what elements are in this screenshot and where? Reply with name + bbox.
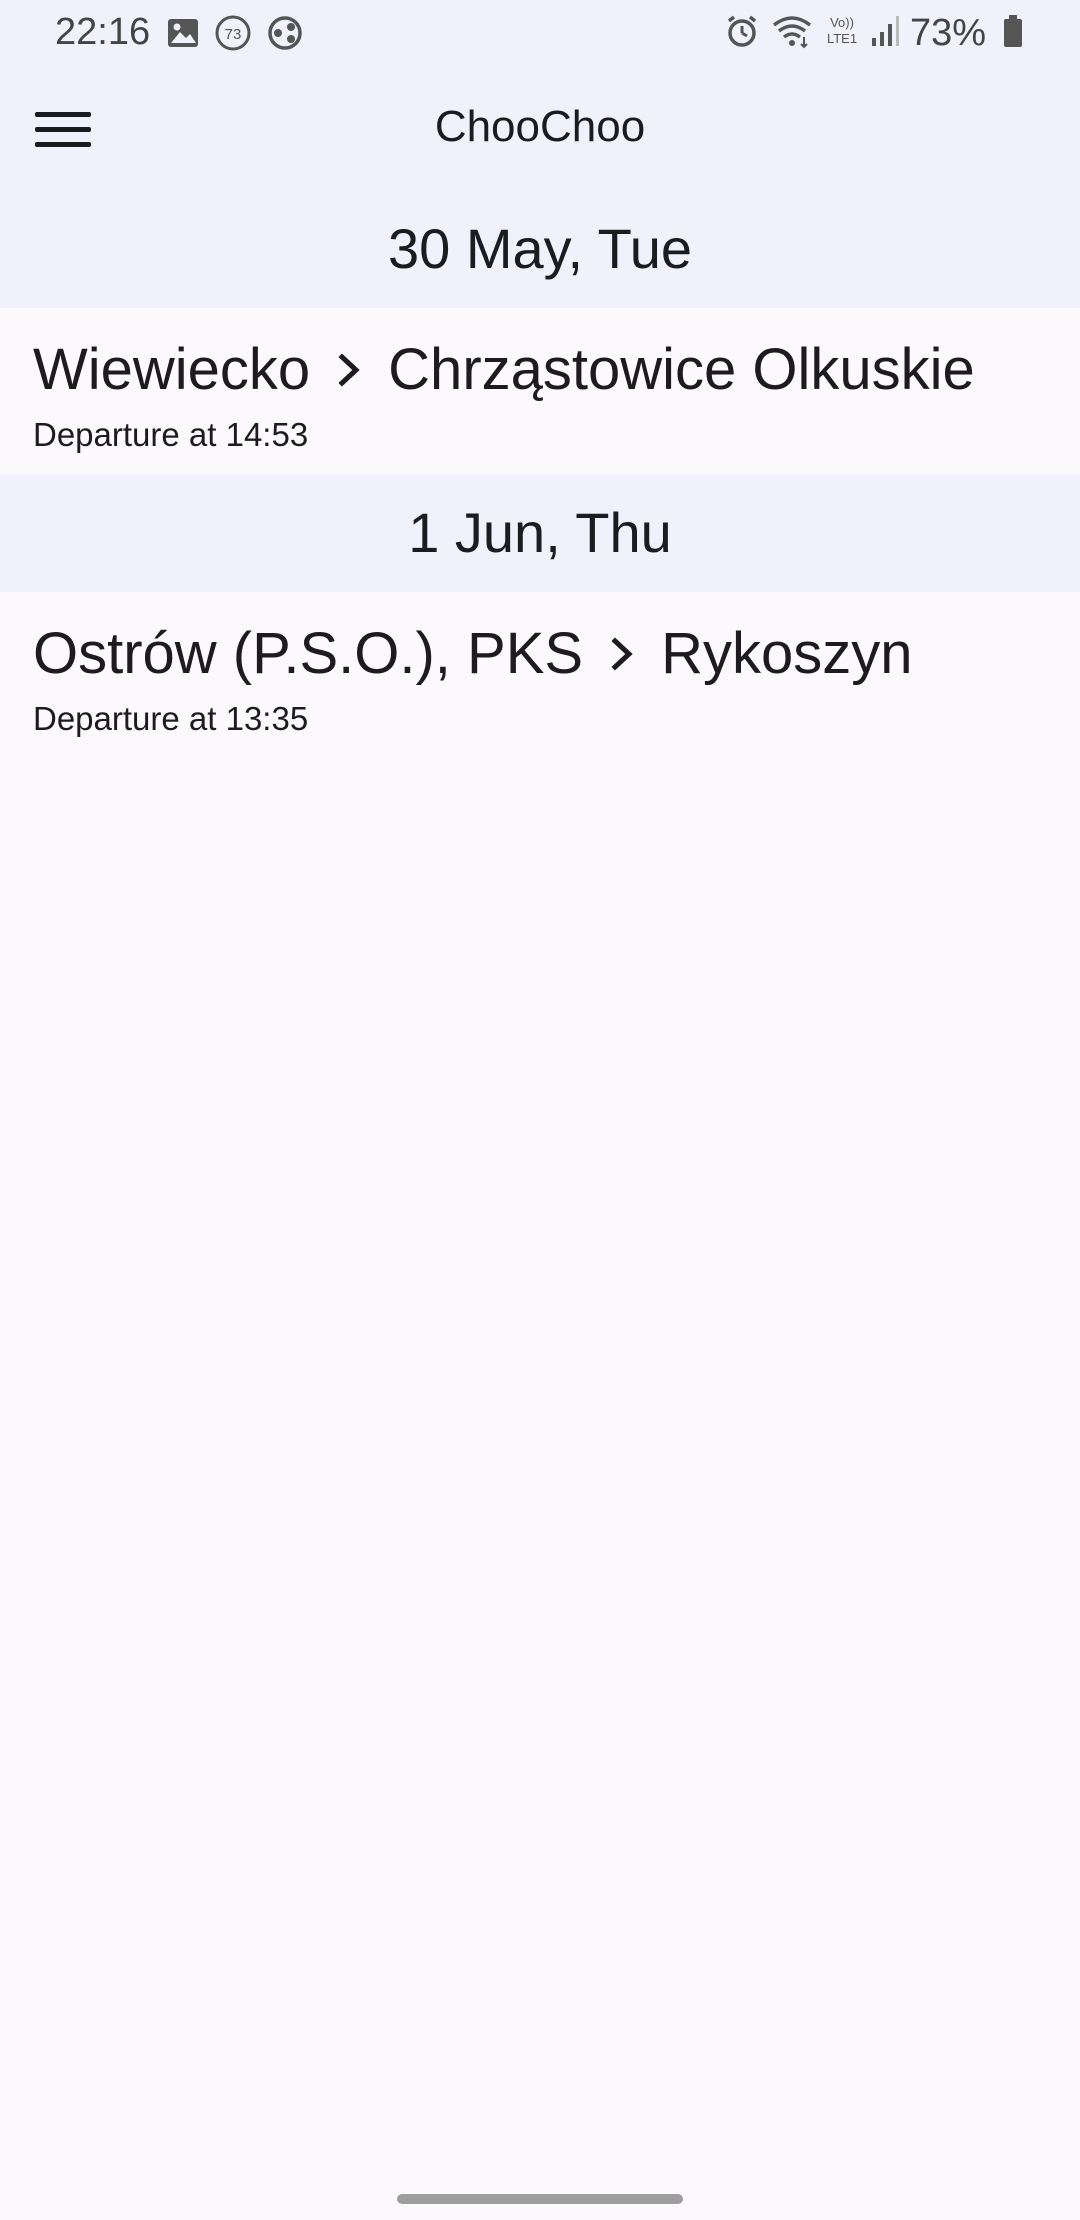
- trip-route: Wiewiecko Chrząstowice Olkuskie: [33, 336, 975, 403]
- svg-text:73: 73: [225, 26, 242, 43]
- app-title: ChooChoo: [434, 102, 646, 151]
- battery-icon: [1002, 14, 1024, 53]
- gesture-nav-handle[interactable]: [397, 2194, 683, 2204]
- svg-text:Vo)): Vo)): [830, 15, 854, 30]
- app-bar: ChooChoo: [0, 68, 1080, 190]
- badge-icon: 73: [214, 14, 252, 57]
- section-date-header: 30 May, Tue: [0, 190, 1080, 308]
- section-date-header: 1 Jun, Thu: [0, 474, 1080, 592]
- trip-destination: Rykoszyn: [661, 621, 913, 686]
- status-right-icons: Vo)) LTE1 73%: [724, 12, 1024, 55]
- trip-list-item[interactable]: Ostrów (P.S.O.), PKS Rykoszyn Departure …: [0, 592, 1080, 758]
- volte-icon: Vo)) LTE1: [824, 13, 860, 54]
- status-bar: 22:16 73 Vo)) LTE1 73%: [0, 0, 1080, 68]
- trip-departure-time: Departure at 14:53: [33, 416, 309, 453]
- alarm-icon: [724, 13, 760, 54]
- trip-destination: Chrząstowice Olkuskie: [388, 337, 975, 402]
- svg-text:LTE1: LTE1: [827, 31, 857, 46]
- chevron-right-icon: [611, 636, 633, 671]
- signal-icon: [870, 14, 900, 53]
- chevron-right-icon: [338, 352, 360, 387]
- battery-percent: 73%: [909, 12, 986, 54]
- trip-route: Ostrów (P.S.O.), PKS Rykoszyn: [33, 620, 912, 687]
- wifi-icon: [770, 13, 814, 54]
- status-time: 22:16: [55, 11, 151, 53]
- sync-icon: [266, 14, 304, 57]
- trip-departure-time: Departure at 13:35: [33, 700, 309, 737]
- gallery-icon: [166, 17, 200, 54]
- trip-origin: Ostrów (P.S.O.), PKS: [33, 621, 584, 686]
- status-left-icons: 73: [166, 14, 304, 57]
- trip-origin: Wiewiecko: [33, 337, 311, 402]
- trip-list-item[interactable]: Wiewiecko Chrząstowice Olkuskie Departur…: [0, 308, 1080, 474]
